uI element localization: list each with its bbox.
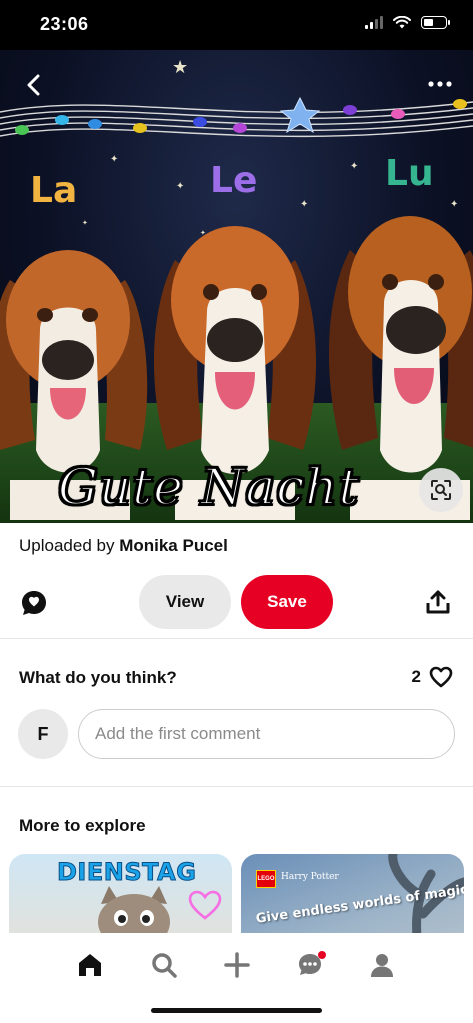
star-icon: ✦ (176, 181, 185, 192)
cellular-signal-icon (365, 16, 383, 29)
uploaded-by-label: Uploaded by (19, 536, 115, 555)
plus-icon (224, 952, 250, 978)
view-button[interactable]: View (139, 575, 231, 629)
image-syllable: Lu (385, 153, 434, 194)
image-caption: Gute Nacht (57, 457, 360, 517)
lens-icon (431, 480, 451, 500)
pin-actions: View Save (0, 574, 473, 630)
pin-image[interactable]: ★ ✦ ✦ ✦ ✦ ✦ ✦ ✦ La Le Lu Gute Nacht (0, 50, 473, 523)
wifi-icon (393, 16, 411, 29)
heart-neon-icon (188, 890, 222, 920)
profile-icon (371, 954, 393, 977)
star-icon: ★ (172, 57, 189, 77)
save-button[interactable]: Save (241, 575, 333, 629)
heart-icon[interactable] (429, 666, 453, 688)
music-staff-illustration (0, 96, 473, 138)
uploader-name[interactable]: Monika Pucel (119, 536, 228, 555)
visual-search-button[interactable] (419, 468, 463, 512)
explore-title: More to explore (19, 816, 146, 835)
status-icons (365, 16, 450, 29)
lego-logo: LEGO (256, 870, 276, 888)
divider (0, 638, 473, 639)
more-options-button[interactable] (425, 72, 455, 96)
nav-create[interactable] (217, 945, 257, 985)
nav-messages[interactable] (290, 945, 330, 985)
divider (0, 786, 473, 787)
home-icon (79, 954, 101, 976)
like-count: 2 (411, 667, 421, 686)
nav-search[interactable] (144, 945, 184, 985)
search-icon (152, 953, 177, 978)
reactions[interactable]: 2 (412, 666, 453, 688)
avatar[interactable]: F (18, 709, 68, 759)
explore-card-text: DIENSTAG (56, 858, 197, 887)
nav-home[interactable] (70, 945, 110, 985)
uploaded-by: Uploaded by Monika Pucel (19, 536, 228, 556)
nav-profile[interactable] (362, 945, 402, 985)
status-bar: 23:06 (0, 0, 473, 50)
chevron-left-icon (27, 74, 40, 96)
notification-dot (318, 951, 326, 959)
image-syllable: La (30, 170, 78, 211)
status-time: 23:06 (40, 14, 89, 34)
comments-title: What do you think? (19, 668, 177, 687)
more-dots-icon (428, 81, 452, 87)
comment-icon[interactable] (20, 589, 48, 617)
battery-icon (421, 16, 450, 29)
share-icon[interactable] (425, 589, 451, 615)
star-icon: ✦ (350, 161, 359, 172)
back-button[interactable] (18, 70, 48, 100)
home-indicator (151, 1008, 322, 1013)
comment-input[interactable] (78, 709, 455, 759)
image-syllable: Le (210, 160, 258, 201)
explore-card-brand: Harry Potter (281, 872, 339, 882)
